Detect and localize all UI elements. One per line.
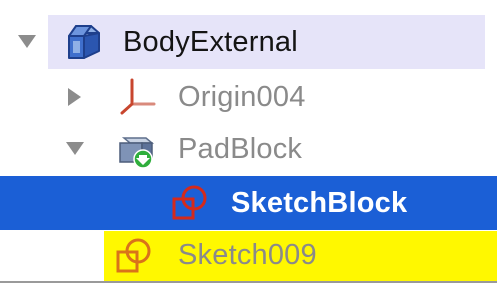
tree-item-bodyexternal[interactable]: BodyExternal (0, 15, 485, 69)
tree-item-label: Origin004 (178, 81, 306, 113)
expand-arrow-down-icon[interactable] (62, 136, 88, 162)
expand-arrow-right-icon[interactable] (62, 84, 88, 110)
tree-item-label: SketchBlock (231, 187, 408, 219)
pad-feature-icon (116, 130, 156, 170)
tree-item-padblock[interactable]: PadBlock (0, 124, 485, 178)
tree-item-label: BodyExternal (123, 26, 298, 58)
tree-item-label: Sketch009 (178, 239, 317, 271)
tree-item-origin004[interactable]: Origin004 (0, 70, 485, 124)
body-cube-icon (64, 22, 104, 62)
divider (0, 281, 497, 283)
tree-item-sketch009[interactable]: Sketch009 (0, 231, 497, 285)
origin-axes-icon (118, 76, 158, 116)
tree-item-label: PadBlock (178, 133, 303, 165)
sketch-icon (170, 183, 210, 223)
sketch-icon (114, 236, 154, 276)
expand-arrow-down-icon[interactable] (14, 29, 40, 55)
tree-item-sketchblock[interactable]: SketchBlock (0, 176, 497, 230)
model-tree: BodyExternal Origin004 PadBlock SketchBl… (0, 0, 497, 285)
